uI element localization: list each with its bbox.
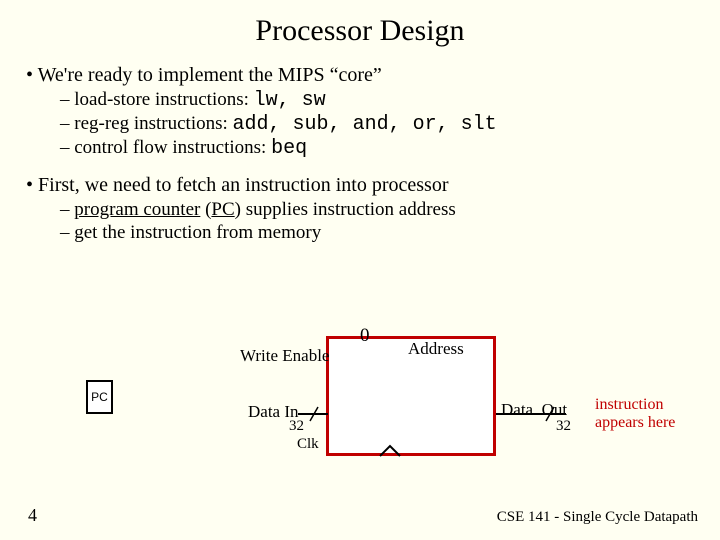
bullet-1-subs: load-store instructions: lw, sw reg-reg … (60, 89, 694, 160)
sub-2b: get the instruction from memory (60, 222, 694, 244)
slide-content: We're ready to implement the MIPS “core”… (0, 64, 720, 244)
sub-2a-pc: PC (211, 199, 234, 220)
sub-2a-suffix: supplies instruction address (241, 199, 456, 220)
address-label: Address (408, 339, 464, 359)
sub-1b: reg-reg instructions: add, sub, and, or,… (60, 113, 694, 136)
note-line-1: instruction (595, 396, 675, 414)
zero-label: 0 (360, 325, 370, 347)
clk-label: Clk (297, 436, 319, 453)
footer-text: CSE 141 - Single Cycle Datapath (497, 509, 698, 526)
bullet-2-subs: program counter (PC) supplies instructio… (60, 199, 694, 244)
sub-1c-mono: beq (271, 137, 307, 160)
instruction-note: instruction appears here (595, 396, 675, 433)
slide-title: Processor Design (0, 0, 720, 54)
sub-2a-prefix: program counter (74, 199, 200, 220)
note-line-2: appears here (595, 414, 675, 432)
sub-1a-label: load-store instructions: (74, 89, 253, 110)
bullet-2: First, we need to fetch an instruction i… (26, 174, 694, 197)
sub-1c-label: control flow instructions: (74, 137, 271, 158)
data-out-label: Data. Out (501, 400, 567, 420)
sub-1a: load-store instructions: lw, sw (60, 89, 694, 112)
datapath-diagram: PC Write Enable 0 Address Data In Data. … (0, 328, 720, 498)
write-enable-label: Write Enable (240, 346, 329, 366)
bits-in-label: 32 (289, 418, 304, 435)
bullet-1: We're ready to implement the MIPS “core” (26, 64, 694, 87)
sub-1a-mono: lw, sw (254, 89, 326, 112)
bits-out-label: 32 (556, 418, 571, 435)
sub-2a: program counter (PC) supplies instructio… (60, 199, 694, 221)
sub-1b-mono: add, sub, and, or, slt (233, 113, 497, 136)
page-number: 4 (28, 505, 37, 526)
sub-1c: control flow instructions: beq (60, 137, 694, 160)
pc-register: PC (86, 380, 113, 414)
sub-2b-label: get the instruction from memory (74, 222, 321, 243)
sub-1b-label: reg-reg instructions: (74, 113, 232, 134)
